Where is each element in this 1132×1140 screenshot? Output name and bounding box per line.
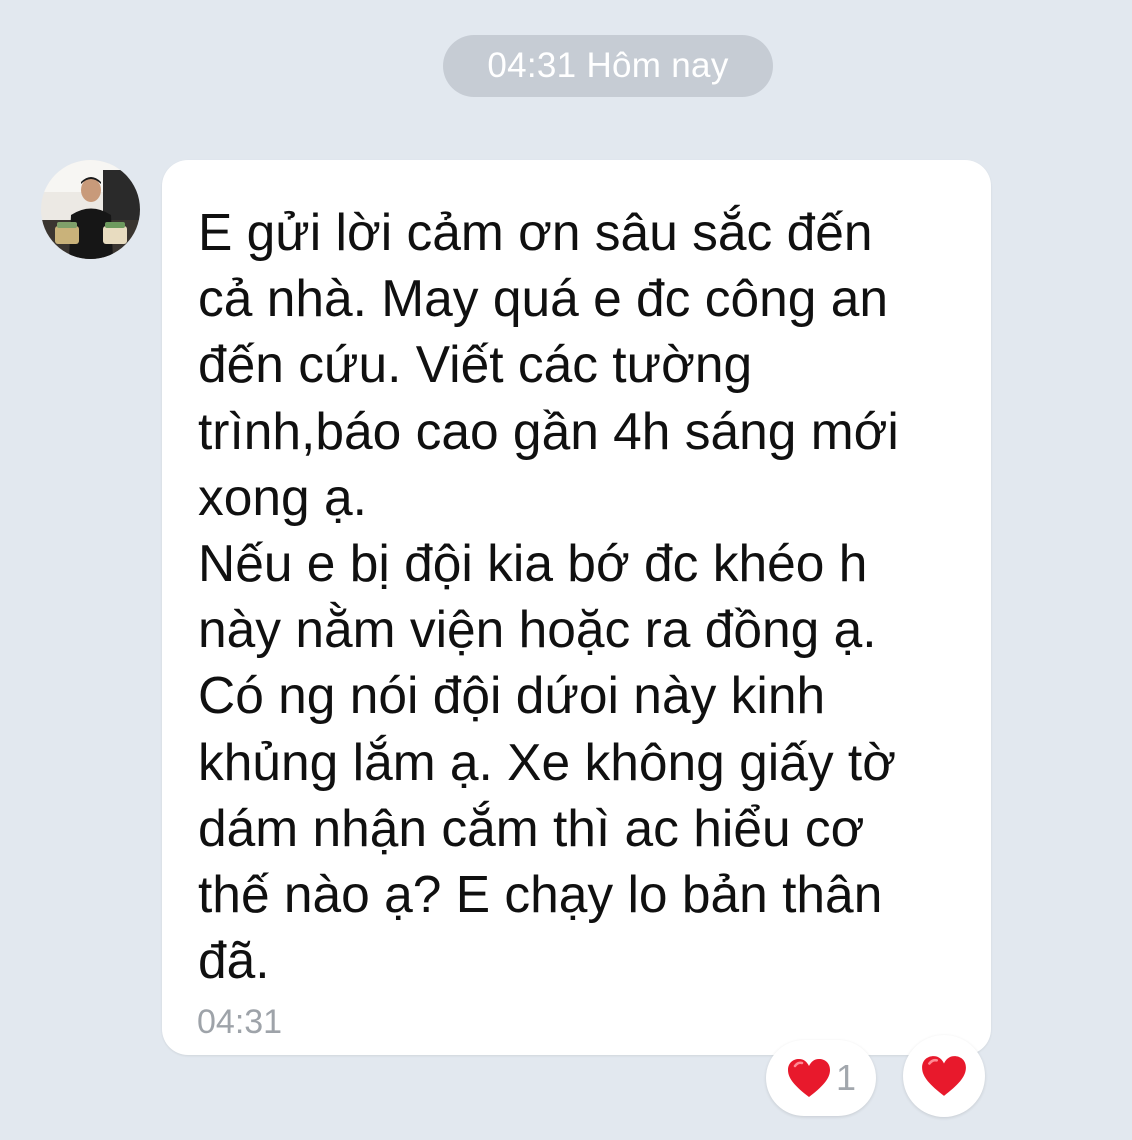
message-line: thế nào ạ? E chạy lo bản thân [198, 865, 883, 924]
sender-avatar[interactable] [41, 160, 140, 259]
heart-icon [787, 1059, 830, 1097]
reaction-summary[interactable]: 1 [766, 1040, 876, 1116]
message-line: Có ng nói đội dứoi này kinh [198, 666, 826, 725]
message-line: đến cứu. Viết các tường [198, 335, 753, 394]
heart-icon [922, 1056, 966, 1096]
message-line: E gửi lời cảm ơn sâu sắc đến [198, 203, 873, 261]
message-line: dám nhận cắm thì ac hiểu cơ [198, 798, 865, 857]
message-line: xong ạ. [198, 467, 367, 526]
avatar-photo-icon [41, 160, 140, 259]
message-line: Nếu e bị đội kia bớ đc khéo h [198, 534, 868, 593]
message-line: đã. [198, 931, 270, 990]
message-timestamp: 04:31 [197, 1003, 283, 1041]
message-line: này nằm viện hoặc ra đồng ạ. [198, 600, 877, 659]
message-line: cả nhà. May quá e đc công an [198, 269, 888, 328]
message-bubble[interactable]: E gửi lời cảm ơn sâu sắc đến cả nhà. May … [162, 160, 991, 1055]
message-line: trình,báo cao gần 4h sáng mới [198, 401, 899, 460]
message-text: E gửi lời cảm ơn sâu sắc đến cả nhà. May … [198, 199, 978, 993]
message-line: khủng lắm ạ. Xe không giấy tờ [198, 732, 896, 791]
reaction-count: 1 [835, 1057, 857, 1098]
date-divider: 04:31 Hôm nay [443, 35, 773, 97]
react-button[interactable] [903, 1035, 985, 1117]
